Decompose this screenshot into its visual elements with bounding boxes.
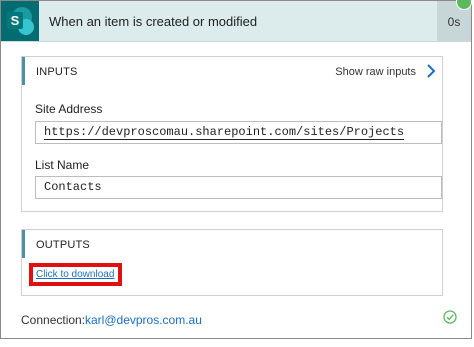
- success-check-icon: [443, 310, 457, 324]
- card-title: When an item is created or modified: [49, 14, 258, 29]
- inputs-section: INPUTS Show raw inputs Site Address http…: [21, 56, 443, 212]
- inputs-header: INPUTS Show raw inputs: [22, 57, 442, 85]
- outputs-header: OUTPUTS: [22, 230, 442, 258]
- sharepoint-icon: S: [1, 1, 39, 41]
- outputs-section: OUTPUTS Click to download: [21, 229, 443, 296]
- click-to-download-link[interactable]: Click to download: [36, 269, 114, 280]
- site-address-value: https://devproscomau.sharepoint.com/site…: [44, 125, 405, 140]
- card-header[interactable]: S When an item is created or modified 0s: [1, 1, 471, 42]
- chevron-right-icon[interactable]: [423, 63, 439, 79]
- connection-label: Connection:: [21, 313, 86, 327]
- outputs-title: OUTPUTS: [36, 239, 90, 251]
- site-address-label: Site Address: [35, 102, 103, 116]
- list-name-field[interactable]: Contacts: [35, 176, 442, 199]
- action-card: S When an item is created or modified 0s…: [0, 0, 472, 339]
- site-address-field[interactable]: https://devproscomau.sharepoint.com/site…: [35, 121, 442, 144]
- inputs-title: INPUTS: [36, 66, 78, 78]
- show-raw-inputs-link[interactable]: Show raw inputs: [335, 57, 416, 87]
- list-name-value: Contacts: [44, 180, 102, 194]
- connection-value[interactable]: karl@devpros.com.au: [85, 313, 202, 327]
- download-highlight: Click to download: [29, 263, 122, 286]
- list-name-label: List Name: [35, 158, 90, 172]
